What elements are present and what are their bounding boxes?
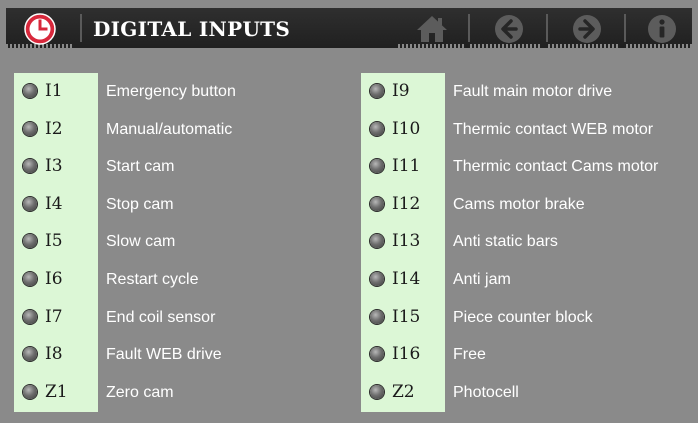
input-row: I15 Piece counter block — [361, 299, 691, 337]
info-button[interactable] — [644, 12, 680, 46]
input-code: I4 — [45, 193, 63, 214]
page-title: DIGITAL INPUTS — [93, 17, 291, 41]
back-button[interactable] — [491, 12, 527, 46]
status-led-icon — [370, 196, 384, 211]
input-code: Z1 — [45, 381, 68, 402]
input-row: I5 Slow cam — [14, 223, 344, 261]
status-led-icon — [23, 384, 37, 399]
input-label: Piece counter block — [453, 308, 593, 326]
info-icon — [648, 15, 676, 43]
input-row: I3 Start cam — [14, 148, 344, 186]
input-code: I10 — [392, 118, 421, 139]
input-code: I9 — [392, 81, 410, 101]
input-label: Anti jam — [453, 271, 511, 288]
input-row: I10 Thermic contact WEB motor — [361, 111, 691, 149]
clock-icon — [24, 13, 56, 45]
input-code: I16 — [392, 344, 421, 365]
status-led-icon — [370, 159, 384, 174]
input-label: Free — [453, 346, 486, 364]
input-label: Thermic contact Cams motor — [453, 158, 659, 176]
status-led-icon — [370, 309, 384, 324]
input-code: I3 — [45, 156, 63, 177]
status-led-icon — [23, 234, 37, 249]
input-row: I14 Anti jam — [361, 261, 691, 299]
input-label: Manual/automatic — [106, 120, 233, 138]
status-led-icon — [370, 347, 384, 362]
status-led-icon — [23, 84, 37, 98]
clock-button[interactable] — [24, 13, 56, 45]
input-code: I14 — [392, 269, 421, 289]
input-label: Slow cam — [106, 233, 176, 251]
input-row: I11 Thermic contact Cams motor — [361, 148, 691, 186]
input-code: I12 — [392, 193, 421, 214]
input-row: I16 Free — [361, 336, 691, 374]
input-code: I1 — [45, 81, 63, 101]
status-led-icon — [23, 347, 37, 362]
arrow-right-icon — [573, 15, 601, 43]
input-label: Cams motor brake — [453, 195, 585, 213]
input-code: I11 — [392, 156, 421, 177]
input-row: Z2 Photocell — [361, 374, 691, 412]
input-label: Zero cam — [106, 383, 174, 401]
input-row: I7 End coil sensor — [14, 299, 344, 337]
input-row: I1 Emergency button — [14, 73, 344, 111]
input-label: End coil sensor — [106, 308, 216, 326]
header: DIGITAL INPUTS — [0, 0, 698, 56]
forward-button[interactable] — [569, 12, 605, 46]
input-row: Z1 Zero cam — [14, 374, 344, 412]
input-label: Thermic contact WEB motor — [453, 120, 654, 138]
input-label: Stop cam — [106, 195, 174, 213]
header-divider — [624, 14, 626, 42]
status-led-icon — [370, 272, 384, 286]
digital-inputs-screen: DIGITAL INPUTS I1 Emergency button I2 Ma… — [0, 0, 698, 423]
input-row: I9 Fault main motor drive — [361, 73, 691, 111]
status-led-icon — [23, 309, 37, 324]
status-led-icon — [23, 272, 37, 286]
input-row: I2 Manual/automatic — [14, 111, 344, 149]
input-code: I13 — [392, 231, 421, 252]
header-divider — [468, 14, 470, 42]
input-row: I13 Anti static bars — [361, 223, 691, 261]
arrow-left-icon — [495, 15, 523, 43]
input-code: I2 — [45, 118, 63, 139]
status-led-icon — [23, 196, 37, 211]
input-row: I6 Restart cycle — [14, 261, 344, 299]
input-code: I6 — [45, 269, 63, 289]
input-row: I4 Stop cam — [14, 186, 344, 224]
header-divider — [546, 14, 548, 42]
input-label: Fault WEB drive — [106, 346, 222, 364]
status-led-icon — [370, 84, 384, 98]
input-label: Start cam — [106, 158, 175, 176]
input-label: Photocell — [453, 383, 519, 401]
input-code: I5 — [45, 231, 63, 252]
input-code: I8 — [45, 344, 63, 365]
input-label: Emergency button — [106, 83, 236, 100]
home-button[interactable] — [414, 12, 450, 46]
home-icon — [417, 16, 447, 42]
status-led-icon — [370, 234, 384, 249]
status-led-icon — [23, 159, 37, 174]
input-row: I8 Fault WEB drive — [14, 336, 344, 374]
input-code: Z2 — [392, 381, 415, 402]
input-row: I12 Cams motor brake — [361, 186, 691, 224]
status-led-icon — [370, 121, 384, 136]
input-code: I15 — [392, 306, 421, 327]
status-led-icon — [23, 121, 37, 136]
header-divider — [80, 14, 82, 42]
input-label: Anti static bars — [453, 233, 558, 251]
input-label: Fault main motor drive — [453, 83, 613, 100]
status-led-icon — [370, 384, 384, 399]
input-code: I7 — [45, 306, 63, 327]
input-label: Restart cycle — [106, 271, 199, 288]
